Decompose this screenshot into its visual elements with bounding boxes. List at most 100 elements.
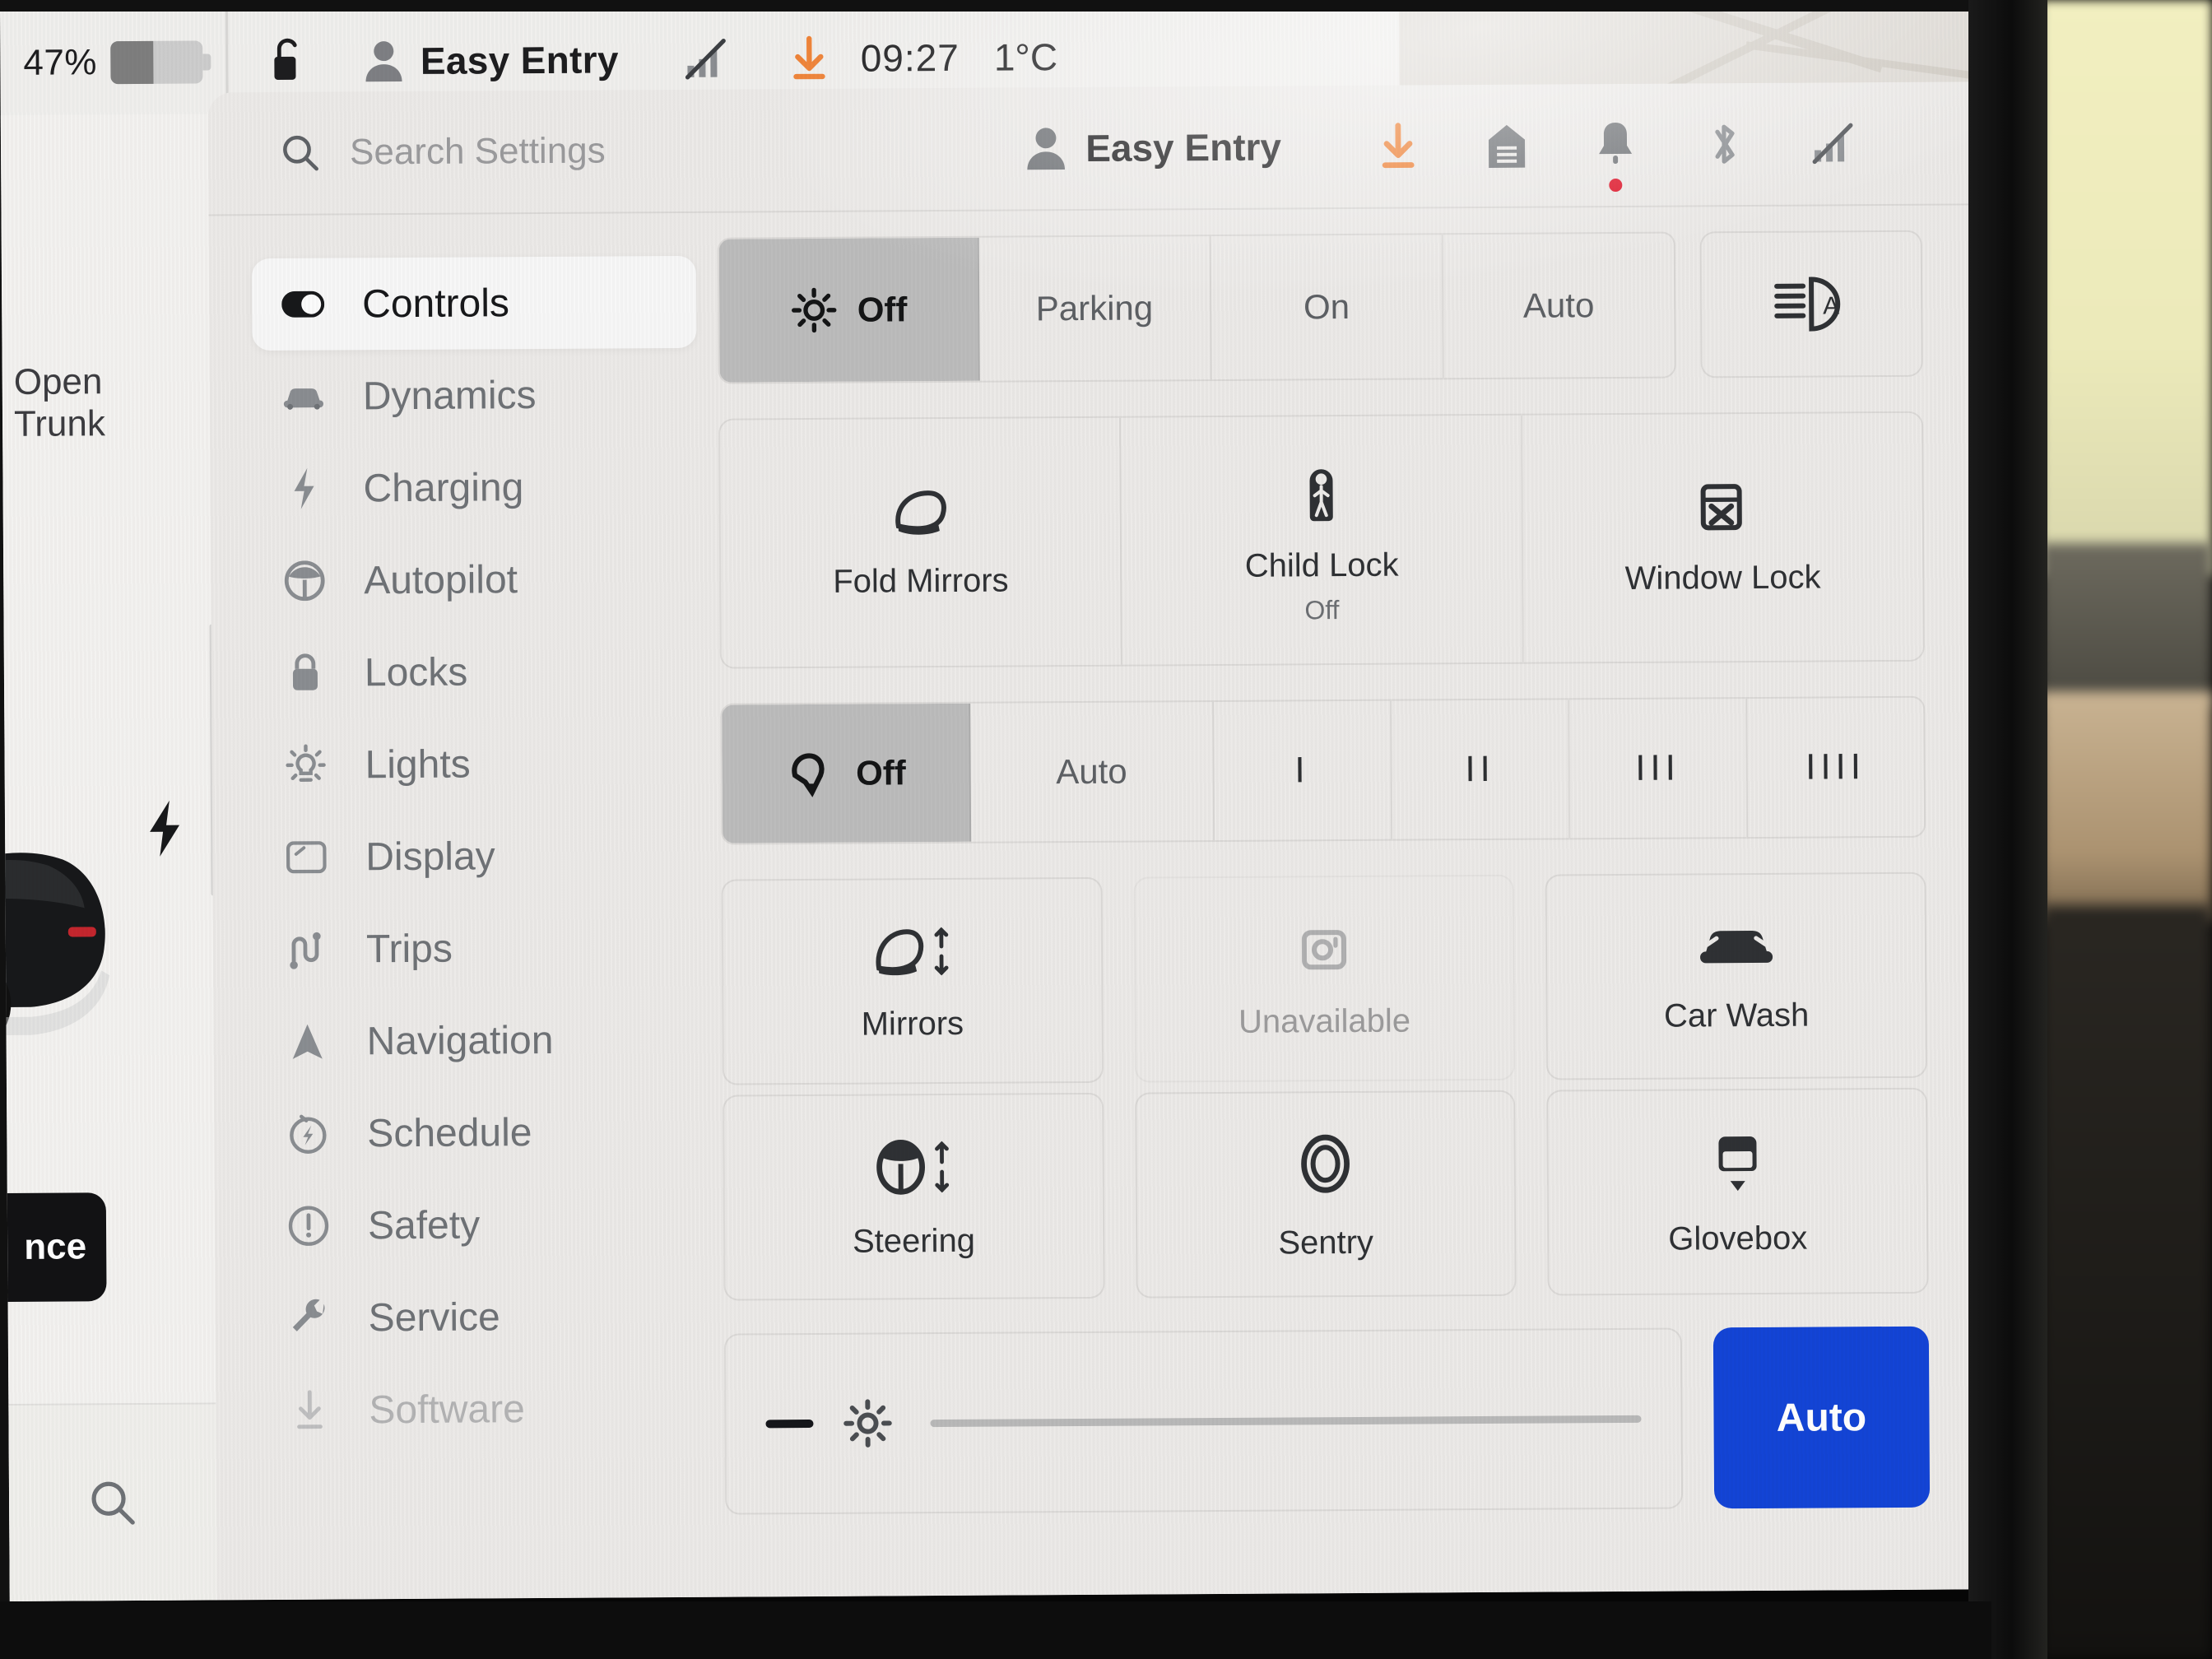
wipers-option-label: IIII (1805, 746, 1866, 788)
car-status-panel: Open Trunk nce (0, 114, 217, 1601)
fold-mirrors-card[interactable]: Fold Mirrors (720, 417, 1123, 667)
card-label: Fold Mirrors (833, 562, 1009, 601)
bell-icon[interactable] (1561, 119, 1670, 193)
wipers-option-auto[interactable]: Auto (969, 702, 1215, 842)
sidebar-item-trips[interactable]: Trips (256, 901, 708, 996)
sidebar-item-lights[interactable]: Lights (254, 717, 706, 811)
wipers-option-1[interactable]: I (1214, 700, 1393, 841)
auto-high-beam-button[interactable]: A (1699, 230, 1923, 379)
child-lock-icon (1294, 454, 1348, 525)
car-rear-image[interactable] (0, 723, 171, 1071)
sidebar-item-label: Service (368, 1294, 500, 1340)
tile-label: Car Wash (1663, 997, 1810, 1034)
software-download-icon[interactable] (787, 34, 833, 83)
brightness-slider-track[interactable] (930, 1415, 1642, 1427)
search-input[interactable]: Search Settings (350, 131, 606, 174)
sentry-mode-icon (1292, 1127, 1359, 1201)
brightness-slider-card[interactable] (723, 1327, 1684, 1515)
bluetooth-icon[interactable] (1670, 118, 1778, 170)
window-lock-card[interactable]: Window Lock (1522, 412, 1923, 662)
clock-label: 09:27 (860, 35, 960, 80)
headlights-option-label: Auto (1522, 286, 1595, 325)
card-label: Window Lock (1624, 559, 1821, 597)
card-label: Child Lock (1244, 546, 1399, 584)
background-wall (2041, 0, 2212, 576)
lock-cards-row: Fold Mirrors Child Lock Off Window Lock (718, 411, 1925, 669)
minus-icon[interactable] (765, 1419, 814, 1429)
steering-tile[interactable]: Steering (723, 1092, 1105, 1301)
glovebox-tile[interactable]: Glovebox (1546, 1087, 1929, 1296)
signal-off-icon[interactable] (1778, 120, 1887, 167)
sidebar-item-navigation[interactable]: Navigation (256, 993, 708, 1088)
garage-door-icon[interactable] (1452, 119, 1561, 171)
sidebar-item-label: Software (369, 1387, 525, 1432)
sidebar-item-label: Display (365, 834, 495, 879)
sidebar-item-autopilot[interactable]: Autopilot (253, 532, 705, 627)
sidebar-item-controls[interactable]: Controls (251, 255, 697, 351)
svg-text:A: A (1823, 292, 1839, 319)
headlights-option-on[interactable]: On (1211, 235, 1444, 380)
wrench-icon (288, 1297, 331, 1340)
sidebar-item-label: Trips (365, 927, 453, 971)
sidebar-item-safety[interactable]: Safety (258, 1178, 709, 1272)
sidebar-item-label: Lights (365, 742, 471, 787)
tile-label: Unavailable (1238, 1002, 1411, 1040)
status-profile-name: Easy Entry (420, 38, 619, 82)
temperature-label: 1°C (993, 35, 1058, 79)
open-trunk-line1: Open (13, 361, 103, 402)
settings-header: Search Settings Easy Entry (207, 81, 1977, 216)
sidebar-item-service[interactable]: Service (258, 1270, 709, 1364)
winding-road-icon (286, 928, 328, 971)
sidebar-item-charging[interactable]: Charging (253, 440, 704, 535)
signal-off-icon[interactable] (683, 36, 729, 82)
sidebar-item-label: Schedule (367, 1110, 532, 1155)
headlights-option-off[interactable]: Off (718, 237, 980, 383)
status-profile[interactable]: Easy Entry (363, 37, 619, 83)
software-download-icon[interactable] (1344, 120, 1452, 172)
header-profile-button[interactable]: Easy Entry (1025, 123, 1281, 171)
headlights-option-auto[interactable]: Auto (1443, 234, 1675, 379)
open-trunk-label[interactable]: Open Trunk (14, 361, 105, 445)
mirrors-tile[interactable]: Mirrors (721, 876, 1104, 1085)
wipers-option-2[interactable]: II (1392, 699, 1571, 839)
wipers-option-3[interactable]: III (1569, 699, 1749, 839)
sidebar-item-display[interactable]: Display (255, 809, 707, 904)
tile-column-3: Car Wash Glovebox (1545, 871, 1929, 1296)
wiper-icon (785, 748, 836, 799)
background-wood-panel (2041, 691, 2212, 922)
auto-button-label: Auto (1776, 1395, 1867, 1440)
mirror-adjust-icon (862, 919, 961, 983)
sidebar-item-label: Charging (363, 465, 524, 510)
headlights-option-label: Parking (1035, 288, 1154, 328)
sidebar-item-locks[interactable]: Locks (254, 625, 706, 719)
search-settings-field[interactable]: Search Settings (279, 128, 921, 174)
window-lock-icon (1692, 476, 1753, 537)
wipers-option-off[interactable]: Off (722, 703, 971, 843)
charge-bolt-icon (138, 797, 191, 860)
brightness-row: Auto (723, 1326, 1931, 1515)
wipers-option-label: II (1465, 748, 1495, 790)
unlocked-padlock-icon[interactable] (266, 35, 310, 88)
range-tooltip: nce (0, 1192, 107, 1303)
settings-panel: Search Settings Easy Entry Controls Dyna… (207, 81, 1985, 1601)
scheduled-charge-icon (286, 1113, 329, 1155)
child-lock-card[interactable]: Child Lock Off (1121, 415, 1524, 665)
screen-bezel-top (0, 0, 2041, 12)
wipers-option-4[interactable]: IIII (1747, 698, 1924, 837)
sidebar-item-software[interactable]: Software (258, 1362, 710, 1457)
brightness-auto-button[interactable]: Auto (1712, 1326, 1931, 1509)
sidebar-item-schedule[interactable]: Schedule (257, 1085, 709, 1180)
light-bulb-icon (284, 744, 327, 787)
open-trunk-line2: Trunk (13, 402, 106, 444)
car-wash-tile[interactable]: Car Wash (1545, 871, 1927, 1080)
tile-label: Mirrors (861, 1005, 964, 1043)
sentry-tile[interactable]: Sentry (1134, 1090, 1517, 1299)
sidebar-item-dynamics[interactable]: Dynamics (253, 348, 704, 443)
side-mirror-icon (885, 483, 955, 541)
car-panel-search-button[interactable] (8, 1402, 217, 1601)
battery-indicator[interactable]: 47% (23, 40, 211, 85)
tile-label: Glovebox (1668, 1220, 1808, 1257)
header-icon-group: Easy Entry (1025, 118, 1887, 193)
headlights-option-parking[interactable]: Parking (978, 236, 1212, 381)
battery-icon (109, 40, 211, 85)
